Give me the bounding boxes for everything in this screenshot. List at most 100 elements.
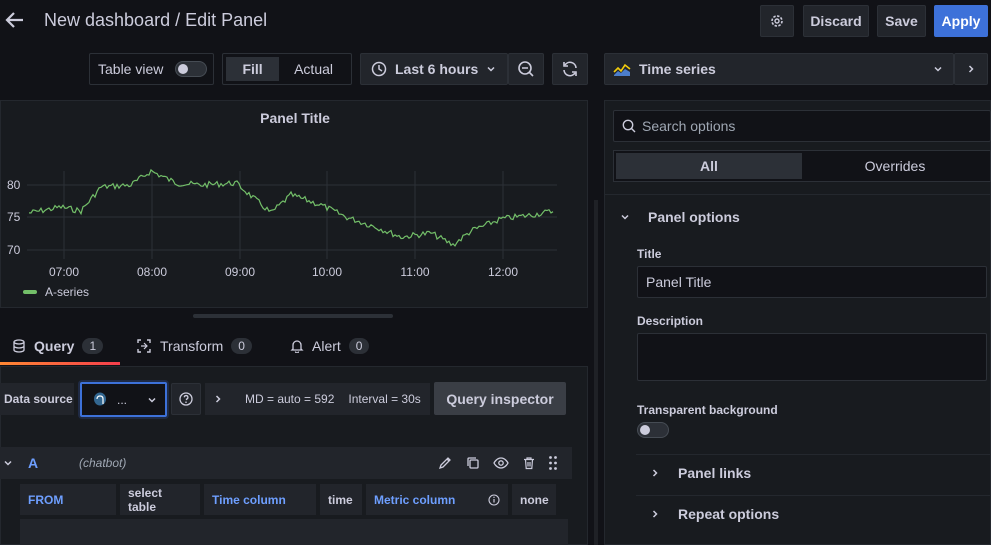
transparent-switch[interactable]	[637, 422, 669, 438]
transform-icon	[137, 339, 151, 353]
options-tabs: All Overrides	[613, 150, 991, 182]
panel-links-header[interactable]: Panel links	[650, 465, 751, 481]
metric-column-text: Metric column	[374, 492, 456, 507]
transparent-label: Transparent background	[637, 403, 778, 417]
x-tick-label: 12:00	[488, 265, 518, 279]
x-tick-label: 07:00	[49, 265, 79, 279]
tab-query-count: 1	[82, 338, 104, 354]
page-title: New dashboard / Edit Panel	[44, 10, 268, 30]
collapse-options-button[interactable]	[954, 53, 988, 85]
back-icon[interactable]	[4, 9, 26, 31]
time-picker[interactable]: Last 6 hours	[360, 53, 508, 85]
tab-transform[interactable]: Transform 0	[136, 338, 252, 354]
visualization-picker[interactable]: Time series	[604, 53, 954, 85]
tab-all[interactable]: All	[616, 153, 802, 179]
tab-query[interactable]: Query 1	[12, 338, 104, 354]
datasource-picker[interactable]: ...	[80, 382, 167, 417]
section-divider	[636, 495, 991, 496]
x-tick-label: 08:00	[137, 265, 167, 279]
x-tick-label: 11:00	[400, 265, 429, 279]
table-view-switch[interactable]	[175, 61, 208, 77]
actual-button[interactable]: Actual	[279, 57, 348, 81]
tab-query-label: Query	[34, 338, 75, 354]
pencil-icon[interactable]	[438, 456, 452, 470]
tab-transform-label: Transform	[160, 338, 224, 354]
title-input-value: Panel Title	[646, 274, 712, 290]
tab-overrides[interactable]: Overrides	[802, 153, 988, 179]
repeat-options-header[interactable]: Repeat options	[650, 506, 779, 522]
collapse-query-icon[interactable]	[3, 458, 13, 468]
duplicate-icon[interactable]	[466, 456, 480, 470]
tab-active-indicator	[0, 362, 120, 365]
trash-icon[interactable]	[522, 456, 536, 470]
settings-button[interactable]	[760, 5, 794, 37]
options-divider	[604, 194, 991, 195]
drag-handle-icon[interactable]	[548, 455, 558, 471]
zoom-out-button[interactable]	[508, 53, 544, 85]
panel-links-label: Panel links	[678, 465, 752, 481]
search-icon	[622, 119, 636, 133]
chevron-right-icon	[652, 469, 658, 477]
query-inspector-button[interactable]: Query inspector	[434, 382, 566, 415]
time-column-label: Time column	[204, 484, 316, 515]
time-range-label: Last 6 hours	[395, 61, 479, 77]
database-icon	[13, 339, 25, 353]
postgres-icon	[94, 392, 106, 405]
datasource-value: ...	[117, 392, 128, 407]
fill-actual-group: Fill Actual	[222, 53, 352, 85]
splitter-handle[interactable]	[193, 314, 393, 318]
chevron-right-icon	[968, 65, 974, 73]
query-next-row	[20, 519, 568, 545]
chevron-right-icon	[215, 395, 221, 403]
refresh-button[interactable]	[552, 53, 588, 85]
interval-value: Interval = 30s	[348, 392, 421, 406]
panel-options-header[interactable]: Panel options	[620, 209, 740, 225]
y-tick-label: 75	[7, 210, 21, 224]
help-button[interactable]	[171, 383, 201, 415]
fill-button[interactable]: Fill	[226, 57, 280, 81]
time-series-icon	[613, 63, 631, 76]
tab-alert-count: 0	[348, 338, 370, 354]
eye-icon[interactable]	[493, 456, 509, 470]
panel-options-title: Panel options	[648, 209, 740, 225]
question-circle-icon	[179, 392, 193, 406]
search-options[interactable]: Search options	[613, 110, 991, 142]
options-scroll-track[interactable]	[594, 200, 598, 545]
query-ref-id[interactable]: A	[28, 455, 38, 471]
from-keyword: FROM	[20, 484, 116, 515]
timeseries-chart: 80 75 70 07:00 08:00 09:00 10:00 11:00 12:00	[7, 168, 557, 279]
table-select[interactable]: select table	[120, 484, 200, 515]
info-icon[interactable]	[488, 493, 500, 506]
discard-button[interactable]: Discard	[803, 5, 869, 37]
legend-label: A-series	[45, 285, 90, 299]
query-options[interactable]: MD = auto = 592 Interval = 30s	[205, 383, 430, 415]
refresh-icon	[563, 61, 577, 77]
chevron-down-icon	[934, 66, 942, 72]
time-column-select[interactable]: time	[320, 484, 362, 515]
save-button[interactable]: Save	[877, 5, 926, 37]
datasource-label: Data source	[0, 383, 74, 415]
chevron-down-icon	[487, 66, 495, 72]
chevron-right-icon	[652, 510, 658, 518]
description-textarea[interactable]	[637, 333, 987, 381]
table-view-toggle[interactable]: Table view	[89, 53, 214, 85]
search-options-input[interactable]: Search options	[642, 118, 735, 134]
title-input[interactable]: Panel Title	[637, 266, 987, 298]
visualization-label: Time series	[639, 61, 716, 77]
legend[interactable]: A-series	[23, 285, 89, 299]
repeat-options-label: Repeat options	[678, 506, 780, 522]
metric-column-label: Metric column	[366, 484, 508, 515]
panel-preview[interactable]: Panel Title 80 75 70 07:00 08:00 09:00 10:00 1…	[0, 100, 588, 308]
tab-alert[interactable]: Alert 0	[290, 338, 370, 354]
apply-button[interactable]: Apply	[934, 5, 988, 37]
description-label: Description	[637, 314, 704, 328]
x-tick-label: 10:00	[312, 265, 342, 279]
x-tick-label: 09:00	[225, 265, 255, 279]
series-line	[28, 168, 554, 247]
chevron-down-icon	[148, 397, 156, 403]
tab-alert-label: Alert	[312, 338, 341, 354]
metric-column-select[interactable]: none	[512, 484, 556, 515]
legend-swatch	[23, 290, 37, 294]
clock-icon	[371, 61, 387, 77]
zoom-out-icon	[518, 61, 534, 77]
